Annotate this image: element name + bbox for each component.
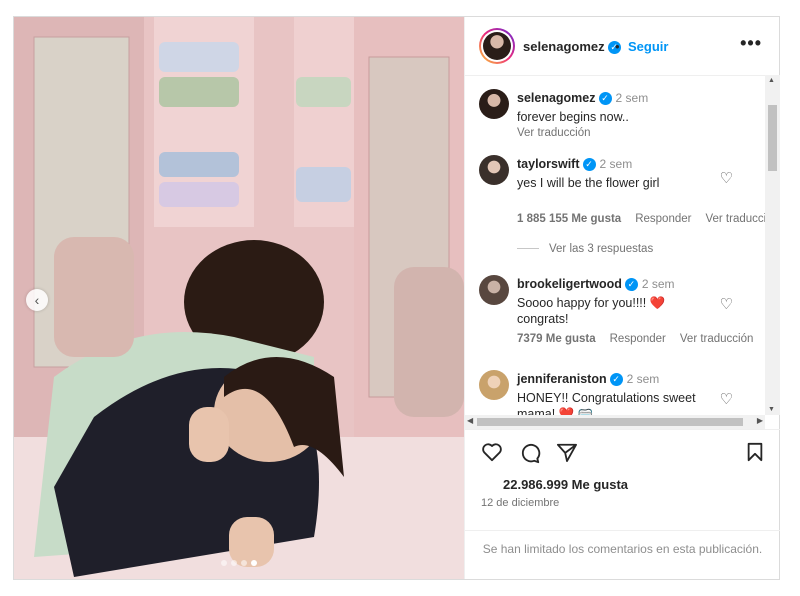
carousel-indicator bbox=[221, 560, 257, 566]
post-header: selenagomez ✓ • Seguir ••• bbox=[465, 17, 780, 76]
comment-username[interactable]: brookeligertwood bbox=[517, 277, 622, 291]
comment-username[interactable]: jenniferaniston bbox=[517, 372, 607, 386]
post-side-panel: selenagomez ✓ • Seguir ••• selenagomez ✓ 2 … bbox=[464, 17, 780, 579]
comment-avatar[interactable] bbox=[479, 275, 509, 305]
likes-count[interactable]: 22.986.999 Me gusta bbox=[503, 477, 628, 492]
comment-username[interactable]: taylorswift bbox=[517, 157, 580, 171]
caption-avatar[interactable] bbox=[479, 89, 509, 119]
verified-icon: ✓ bbox=[582, 158, 596, 172]
view-replies-link[interactable]: Ver las 3 respuestas bbox=[517, 243, 653, 255]
bookmark-icon[interactable] bbox=[746, 442, 764, 462]
author-username[interactable]: selenagomez ✓ bbox=[523, 39, 621, 55]
comment-text: HONEY!! Congratulations sweet mama! ❤️ 🥽 bbox=[517, 391, 696, 415]
instagram-post: ‹ selenagomez ✓ • Seguir ••• selenagomez ✓… bbox=[13, 16, 780, 580]
scrollbar-thumb[interactable] bbox=[477, 418, 743, 426]
scroll-down-icon[interactable]: ▼ bbox=[768, 406, 775, 413]
reply-button[interactable]: Responder bbox=[610, 333, 666, 345]
vertical-scrollbar[interactable]: ▲ ▼ bbox=[765, 75, 780, 415]
caption-time: 2 sem bbox=[615, 91, 649, 105]
translate-link[interactable]: Ver traducción bbox=[680, 333, 754, 345]
heart-icon[interactable] bbox=[481, 442, 503, 462]
separator: • bbox=[615, 39, 620, 54]
heart-icon[interactable]: ♡ bbox=[720, 169, 733, 187]
scroll-right-icon[interactable]: ▶ bbox=[757, 416, 763, 425]
comment-icon[interactable] bbox=[519, 442, 541, 464]
verified-icon: ✓ bbox=[624, 278, 638, 292]
comments-limited-notice: Se han limitado los comentarios en esta … bbox=[465, 530, 780, 579]
carousel-dot-active bbox=[251, 560, 257, 566]
post-date: 12 de diciembre bbox=[481, 497, 560, 509]
previous-photo-button[interactable]: ‹ bbox=[26, 289, 48, 311]
action-bar bbox=[465, 429, 780, 470]
verified-icon: ✓ bbox=[609, 373, 623, 387]
scrollbar-thumb[interactable] bbox=[768, 105, 777, 171]
author-avatar[interactable] bbox=[479, 28, 515, 64]
comment-likes[interactable]: 1 885 155 Me gusta bbox=[517, 213, 621, 225]
horizontal-scrollbar[interactable]: ◀ ▶ bbox=[465, 415, 765, 429]
follow-button[interactable]: Seguir bbox=[628, 39, 668, 54]
scroll-up-icon[interactable]: ▲ bbox=[768, 77, 775, 84]
verified-icon: ✓ bbox=[598, 92, 612, 106]
comment-avatar[interactable] bbox=[479, 370, 509, 400]
carousel-dot bbox=[221, 560, 227, 566]
carousel-dot bbox=[231, 560, 237, 566]
post-photo[interactable]: ‹ bbox=[14, 17, 464, 579]
comment-time: 2 sem bbox=[599, 157, 633, 171]
heart-icon[interactable]: ♡ bbox=[720, 390, 733, 408]
comment-text: Soooo happy for you!!!! ❤️ congrats! bbox=[517, 296, 666, 326]
comment-time: 2 sem bbox=[641, 277, 675, 291]
comment-avatar[interactable] bbox=[479, 155, 509, 185]
comments-list[interactable]: selenagomez ✓ 2 sem forever begins now.. V… bbox=[465, 75, 765, 415]
caption-text: forever begins now.. bbox=[517, 110, 629, 124]
comment-likes[interactable]: 7379 Me gusta bbox=[517, 333, 596, 345]
more-icon[interactable]: ••• bbox=[740, 33, 762, 54]
caption-username[interactable]: selenagomez bbox=[517, 91, 596, 105]
chevron-left-icon: ‹ bbox=[34, 292, 40, 308]
scroll-left-icon[interactable]: ◀ bbox=[467, 416, 473, 425]
comment-time: 2 sem bbox=[626, 372, 660, 386]
heart-icon[interactable]: ♡ bbox=[720, 295, 733, 313]
photo-illustration bbox=[14, 17, 464, 579]
share-icon[interactable] bbox=[556, 442, 578, 462]
reply-button[interactable]: Responder bbox=[635, 213, 691, 225]
carousel-dot bbox=[241, 560, 247, 566]
translate-link[interactable]: Ver traducción bbox=[705, 213, 765, 225]
caption-translate[interactable]: Ver traducción bbox=[517, 127, 591, 139]
comment-text: yes I will be the flower girl bbox=[517, 176, 660, 190]
